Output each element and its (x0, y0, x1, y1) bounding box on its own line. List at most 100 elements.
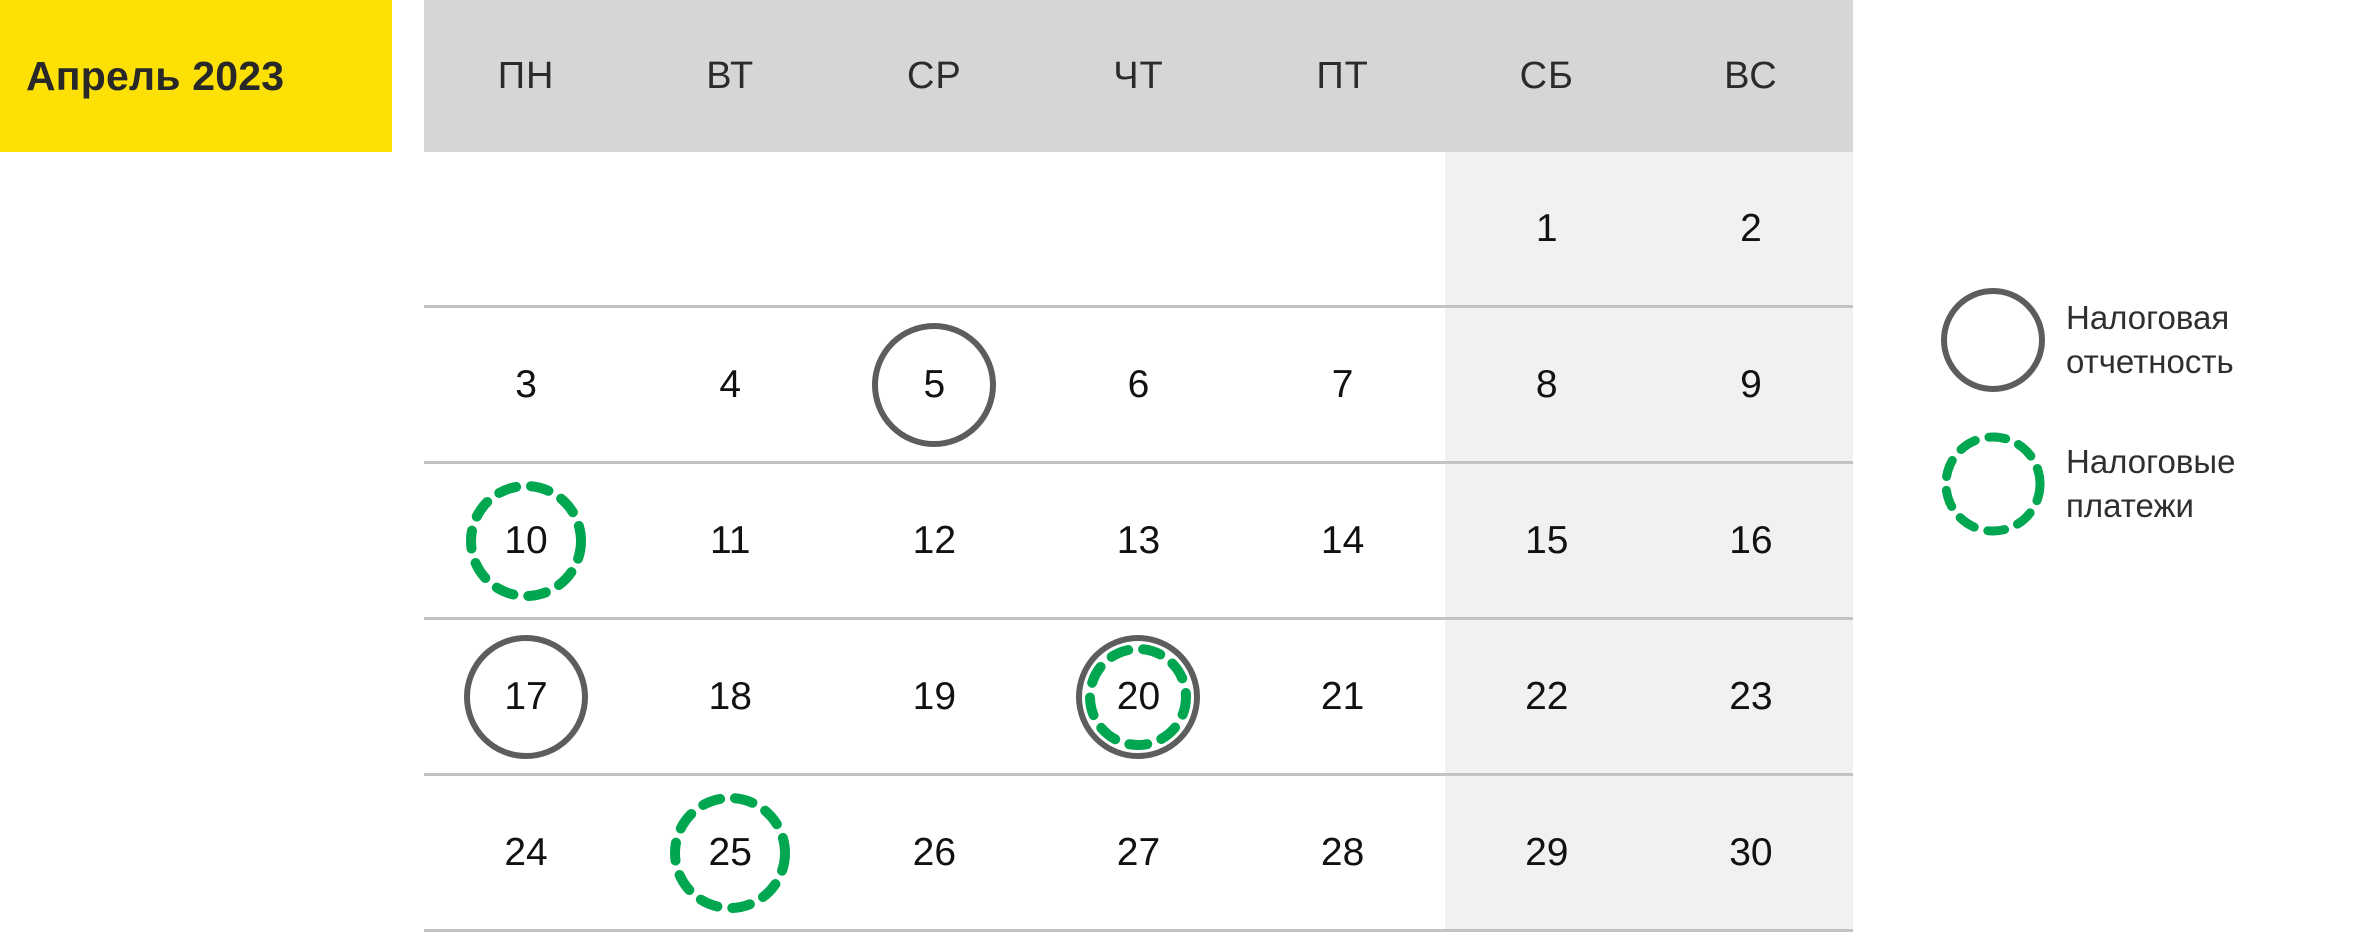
calendar-empty-cell (1240, 152, 1445, 308)
weekday-header-пн: ПН (424, 0, 629, 152)
day-number: 22 (1525, 675, 1569, 718)
weekday-header-вт: ВТ (628, 0, 833, 152)
day-number: 17 (504, 675, 548, 718)
day-number: 18 (708, 675, 752, 718)
weekday-header-ср: СР (832, 0, 1037, 152)
day-marker-wrapper: 21 (1277, 631, 1409, 763)
calendar-day-cell[interactable]: 9 (1648, 306, 1853, 464)
day-marker-wrapper: 8 (1481, 319, 1613, 451)
calendar-day-cell[interactable]: 1 (1444, 152, 1649, 308)
calendar-day-cell[interactable]: 13 (1036, 462, 1241, 620)
day-number: 1 (1535, 207, 1558, 250)
calendar-day-cell[interactable]: 25 (628, 774, 833, 932)
weekday-header-чт: ЧТ (1036, 0, 1241, 152)
day-number: 10 (504, 519, 548, 562)
calendar-day-cell[interactable]: 2 (1648, 152, 1853, 308)
calendar-week-row: 10 11 12 13 14 15 16 (424, 462, 1853, 620)
day-marker-wrapper: 2 (1685, 163, 1817, 295)
day-marker-wrapper: 17 (460, 631, 592, 763)
day-number: 19 (912, 675, 957, 718)
calendar-empty-cell (424, 152, 629, 308)
day-number: 8 (1535, 363, 1558, 406)
calendar-day-cell[interactable]: 15 (1444, 462, 1649, 620)
day-marker-wrapper: 25 (664, 787, 796, 919)
month-title-label: Апрель 2023 (26, 52, 285, 99)
day-marker-wrapper: 28 (1277, 787, 1409, 919)
calendar-empty-cell (1036, 152, 1241, 308)
calendar-day-cell[interactable]: 14 (1240, 462, 1445, 620)
calendar-day-cell[interactable]: 22 (1444, 618, 1649, 776)
calendar-day-cell[interactable]: 28 (1240, 774, 1445, 932)
day-number: 6 (1127, 363, 1150, 406)
day-number: 4 (719, 363, 742, 406)
day-marker-wrapper: 5 (868, 319, 1000, 451)
day-marker-wrapper: 27 (1072, 787, 1204, 919)
calendar-day-cell[interactable]: 11 (628, 462, 833, 620)
solid-circle-icon (1920, 288, 2066, 392)
day-number: 30 (1729, 831, 1773, 874)
legend-item-tax-reporting: Налоговая отчетность (1920, 288, 2360, 392)
calendar-day-cell[interactable]: 5 (832, 306, 1037, 464)
calendar-day-cell[interactable]: 16 (1648, 462, 1853, 620)
day-number: 21 (1320, 675, 1365, 718)
day-number: 16 (1729, 519, 1773, 562)
day-marker-wrapper: 16 (1685, 475, 1817, 607)
day-number: 23 (1729, 675, 1773, 718)
day-number: 13 (1116, 519, 1161, 562)
day-marker-wrapper: 29 (1481, 787, 1613, 919)
day-number: 5 (923, 363, 946, 406)
calendar-day-cell[interactable]: 29 (1444, 774, 1649, 932)
day-number: 26 (912, 831, 957, 874)
day-number: 7 (1331, 363, 1354, 406)
calendar-body: 1 2 3 4 5 6 7 8 9 10 11 12 13 14 15 16 17 18 19 20 21 22 23 24 2… (424, 152, 1853, 932)
day-marker-wrapper: 19 (868, 631, 1000, 763)
calendar-week-row: 24 25 26 27 28 29 30 (424, 774, 1853, 932)
weekday-header-пт: ПТ (1240, 0, 1445, 152)
calendar-day-cell[interactable]: 18 (628, 618, 833, 776)
legend: Налоговая отчетность Налоговые платежи (1920, 288, 2360, 576)
calendar-day-cell[interactable]: 23 (1648, 618, 1853, 776)
calendar-table: ПН ВТ СР ЧТ ПТ СБ ВС 1 2 3 4 5 6 7 8 9 10 11 12 13 14 15 16 17… (424, 0, 1853, 932)
day-number: 29 (1525, 831, 1569, 874)
calendar-day-cell[interactable]: 8 (1444, 306, 1649, 464)
calendar-day-cell[interactable]: 7 (1240, 306, 1445, 464)
calendar-day-cell[interactable]: 26 (832, 774, 1037, 932)
day-marker-wrapper: 13 (1072, 475, 1204, 607)
calendar-day-cell[interactable]: 4 (628, 306, 833, 464)
day-number: 20 (1116, 675, 1161, 718)
calendar-day-cell[interactable]: 6 (1036, 306, 1241, 464)
day-marker-wrapper: 26 (868, 787, 1000, 919)
day-number: 3 (515, 363, 537, 406)
calendar-week-row: 12 (424, 152, 1853, 308)
calendar-week-row: 17 18 19 20 21 22 23 (424, 618, 1853, 776)
day-number: 25 (708, 831, 752, 874)
day-marker-wrapper: 23 (1685, 631, 1817, 763)
day-number: 28 (1320, 831, 1365, 874)
calendar-day-cell[interactable]: 20 (1036, 618, 1241, 776)
calendar-day-cell[interactable]: 12 (832, 462, 1037, 620)
day-marker-wrapper: 3 (460, 319, 592, 451)
calendar-day-cell[interactable]: 24 (424, 774, 629, 932)
calendar-day-cell[interactable]: 21 (1240, 618, 1445, 776)
calendar-day-cell[interactable]: 30 (1648, 774, 1853, 932)
day-marker-wrapper: 4 (664, 319, 796, 451)
day-marker-wrapper: 7 (1277, 319, 1409, 451)
day-number: 2 (1740, 207, 1762, 250)
dashed-circle-icon (1920, 432, 2066, 536)
day-number: 15 (1525, 519, 1569, 562)
calendar-header-row: ПН ВТ СР ЧТ ПТ СБ ВС (424, 0, 1853, 152)
weekday-header-сб: СБ (1444, 0, 1649, 152)
month-title-block: Апрель 2023 (0, 0, 392, 152)
day-marker-wrapper: 15 (1481, 475, 1613, 607)
calendar-day-cell[interactable]: 17 (424, 618, 629, 776)
day-marker-wrapper: 12 (868, 475, 1000, 607)
calendar-day-cell[interactable]: 3 (424, 306, 629, 464)
calendar-day-cell[interactable]: 10 (424, 462, 629, 620)
calendar-day-cell[interactable]: 27 (1036, 774, 1241, 932)
weekday-header-вс: ВС (1648, 0, 1853, 152)
day-number: 14 (1320, 519, 1365, 562)
day-number: 11 (709, 519, 751, 562)
calendar-page: Апрель 2023 ПН ВТ СР ЧТ ПТ СБ ВС 1 2 3 4 5 6 7 8 9 10 11… (0, 0, 2377, 947)
day-number: 12 (912, 519, 957, 562)
calendar-day-cell[interactable]: 19 (832, 618, 1037, 776)
